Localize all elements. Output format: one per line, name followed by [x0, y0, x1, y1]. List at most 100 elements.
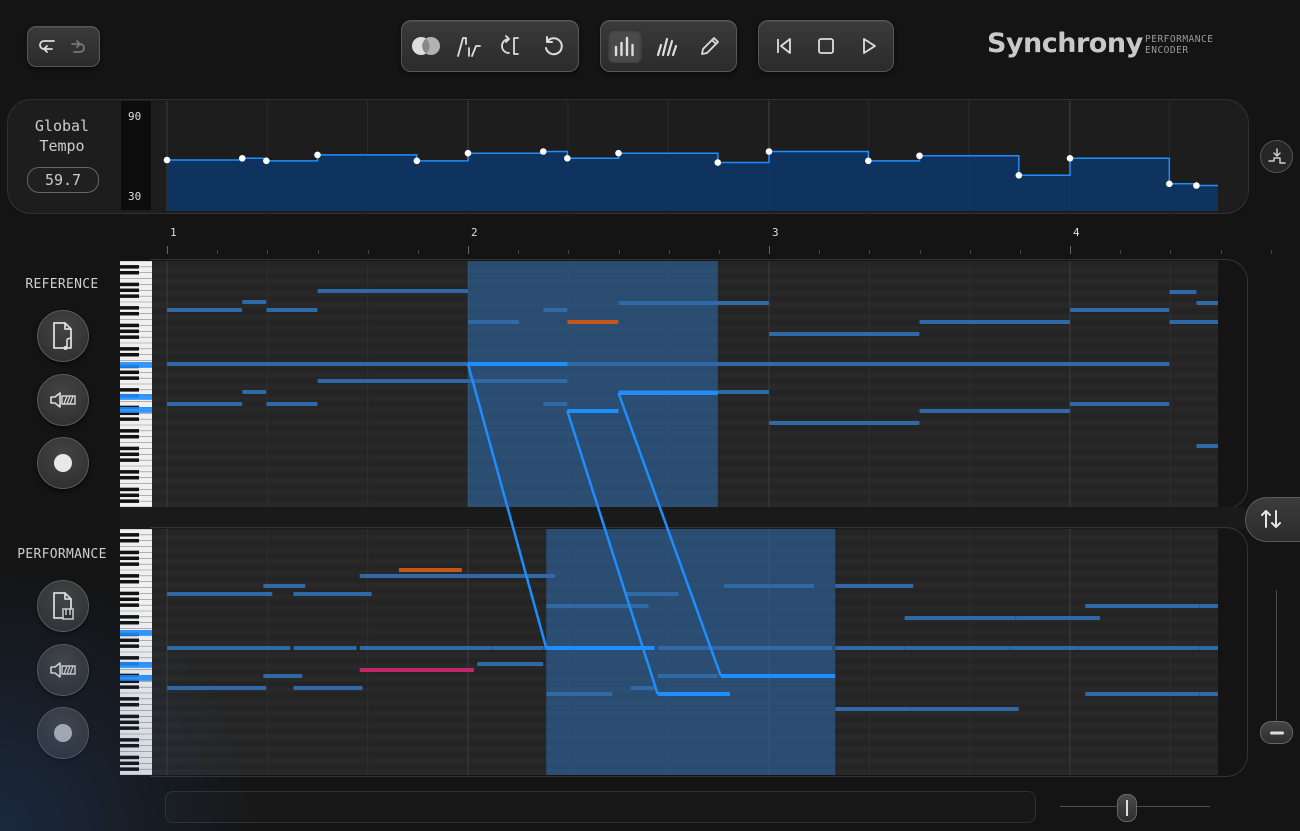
note[interactable]: [167, 646, 291, 650]
tempo-point[interactable]: [539, 148, 547, 155]
black-key[interactable]: [120, 644, 139, 648]
tempo-value-field[interactable]: 59.7: [27, 167, 99, 193]
play-button[interactable]: [852, 29, 886, 63]
black-key[interactable]: [120, 702, 139, 707]
note[interactable]: [293, 686, 363, 690]
black-key[interactable]: [120, 638, 139, 643]
note[interactable]: [835, 584, 914, 588]
note[interactable]: [1079, 646, 1200, 650]
selection-region[interactable]: [546, 529, 836, 775]
note[interactable]: [1085, 604, 1200, 608]
black-key[interactable]: [120, 429, 139, 433]
note[interactable]: [1199, 692, 1218, 696]
note[interactable]: [317, 289, 469, 293]
note[interactable]: [717, 390, 769, 394]
selection-region[interactable]: [468, 261, 718, 507]
black-key[interactable]: [120, 767, 139, 771]
note[interactable]: [1196, 444, 1218, 448]
overlap-toggle-button[interactable]: [409, 29, 443, 63]
note[interactable]: [723, 584, 815, 588]
note[interactable]: [904, 616, 1016, 620]
note[interactable]: [398, 568, 462, 572]
black-key[interactable]: [120, 311, 139, 316]
note[interactable]: [359, 668, 475, 672]
note[interactable]: [835, 707, 911, 711]
tempo-point[interactable]: [1166, 180, 1173, 188]
tempo-curve-chart[interactable]: [152, 101, 1218, 211]
black-key[interactable]: [120, 562, 139, 566]
black-key[interactable]: [120, 452, 139, 457]
black-key[interactable]: [120, 335, 139, 339]
reference-mute-button[interactable]: [37, 374, 89, 426]
black-key[interactable]: [120, 538, 139, 543]
reference-record-button[interactable]: [37, 437, 89, 489]
note[interactable]: [1199, 604, 1218, 608]
tempo-point[interactable]: [263, 157, 270, 165]
skip-back-button[interactable]: [767, 29, 801, 63]
note[interactable]: [1070, 402, 1170, 406]
tempo-point[interactable]: [314, 151, 321, 159]
black-key[interactable]: [120, 376, 139, 380]
performance-piano-roll[interactable]: [152, 529, 1218, 775]
note[interactable]: [1199, 646, 1218, 650]
black-key[interactable]: [120, 591, 139, 596]
tempo-point[interactable]: [615, 149, 622, 157]
black-key[interactable]: [120, 574, 139, 578]
reference-piano-keyboard[interactable]: [120, 261, 152, 507]
performance-piano-keyboard[interactable]: [120, 529, 152, 775]
tempo-point[interactable]: [1066, 155, 1074, 162]
bar-view-button[interactable]: [608, 29, 642, 63]
tempo-point[interactable]: [238, 155, 246, 162]
note[interactable]: [167, 402, 243, 406]
horizontal-scrollbar[interactable]: [165, 791, 1036, 823]
tempo-point[interactable]: [464, 149, 472, 157]
horizontal-zoom-handle[interactable]: [1117, 794, 1137, 822]
black-key[interactable]: [120, 470, 139, 474]
note[interactable]: [576, 646, 643, 650]
black-key[interactable]: [120, 288, 139, 293]
note[interactable]: [657, 646, 718, 650]
note[interactable]: [167, 362, 1170, 366]
note[interactable]: [1070, 308, 1170, 312]
note[interactable]: [263, 674, 303, 678]
black-key[interactable]: [120, 697, 139, 701]
note[interactable]: [359, 646, 493, 650]
black-key[interactable]: [120, 620, 139, 625]
note[interactable]: [717, 646, 833, 650]
black-key[interactable]: [120, 329, 139, 334]
black-key[interactable]: [120, 306, 139, 310]
tempo-point[interactable]: [564, 155, 571, 162]
black-key[interactable]: [120, 615, 139, 619]
note[interactable]: [1169, 290, 1197, 294]
black-key[interactable]: [120, 388, 139, 392]
note[interactable]: [769, 421, 920, 425]
black-key[interactable]: [120, 597, 139, 602]
note[interactable]: [317, 379, 469, 383]
reference-file-button[interactable]: [37, 310, 89, 362]
vertical-zoom-track[interactable]: [1276, 590, 1277, 740]
note[interactable]: [1196, 301, 1218, 305]
stop-button[interactable]: [809, 29, 843, 63]
velocity-view-button[interactable]: [651, 29, 685, 63]
note[interactable]: [242, 390, 267, 394]
note[interactable]: [919, 320, 1071, 324]
note[interactable]: [567, 320, 619, 324]
note[interactable]: [293, 646, 357, 650]
note[interactable]: [546, 692, 613, 696]
note[interactable]: [468, 379, 568, 383]
tempo-edit-button[interactable]: [452, 29, 486, 63]
undo-button[interactable]: [32, 30, 64, 64]
note[interactable]: [624, 592, 679, 596]
note[interactable]: [266, 308, 318, 312]
note[interactable]: [630, 686, 655, 690]
black-key[interactable]: [120, 685, 139, 689]
black-key[interactable]: [120, 761, 139, 766]
black-key[interactable]: [120, 656, 139, 660]
note[interactable]: [477, 574, 556, 578]
note[interactable]: [242, 300, 267, 304]
black-key[interactable]: [120, 352, 139, 357]
performance-record-button[interactable]: [37, 707, 89, 759]
note[interactable]: [1015, 616, 1101, 620]
note[interactable]: [618, 301, 770, 305]
note[interactable]: [468, 320, 520, 324]
